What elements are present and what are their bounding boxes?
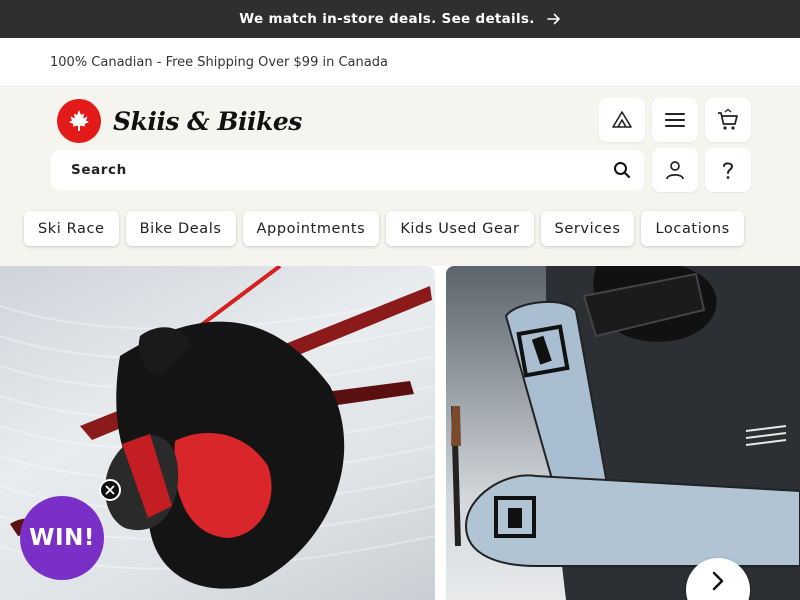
account-button[interactable]: [652, 148, 698, 192]
win-label: WIN!: [29, 525, 95, 551]
promo-text[interactable]: We match in-store deals. See details.: [239, 11, 534, 27]
category-chip[interactable]: Bike Deals: [125, 211, 236, 246]
mountain-button[interactable]: [599, 98, 645, 142]
shipping-text: 100% Canadian - Free Shipping Over $99 i…: [50, 54, 388, 70]
chevron-right-icon: [712, 571, 724, 591]
menu-button[interactable]: [652, 98, 698, 142]
site-logo[interactable]: Skiis & Biikes: [57, 99, 302, 143]
category-chip[interactable]: Locations: [641, 211, 744, 246]
skier-holding-skis-image[interactable]: [446, 266, 800, 600]
cart-icon: [718, 108, 738, 130]
help-button[interactable]: [705, 148, 751, 192]
mountain-icon: [612, 111, 632, 128]
search-bar[interactable]: [51, 150, 644, 190]
close-win-badge-button[interactable]: [99, 479, 121, 501]
category-chip[interactable]: Services: [540, 211, 635, 246]
search-icon[interactable]: [612, 160, 632, 180]
search-input[interactable]: [71, 162, 612, 178]
cart-button[interactable]: [705, 98, 751, 142]
maple-leaf-icon: [57, 99, 101, 143]
win-popup-badge[interactable]: WIN!: [20, 496, 104, 580]
menu-icon: [665, 113, 685, 127]
category-nav: Ski Race Bike Deals Appointments Kids Us…: [24, 211, 751, 247]
help-icon: [723, 162, 734, 179]
category-chip[interactable]: Ski Race: [24, 211, 119, 246]
brand-name: Skiis & Biikes: [113, 106, 302, 136]
shipping-bar: 100% Canadian - Free Shipping Over $99 i…: [0, 38, 800, 87]
account-icon: [666, 161, 684, 180]
category-chip[interactable]: Appointments: [242, 211, 380, 246]
promo-banner[interactable]: We match in-store deals. See details.: [0, 0, 800, 38]
arrow-right-icon: [546, 13, 560, 25]
category-chip[interactable]: Kids Used Gear: [386, 211, 534, 246]
close-icon: [105, 485, 115, 495]
